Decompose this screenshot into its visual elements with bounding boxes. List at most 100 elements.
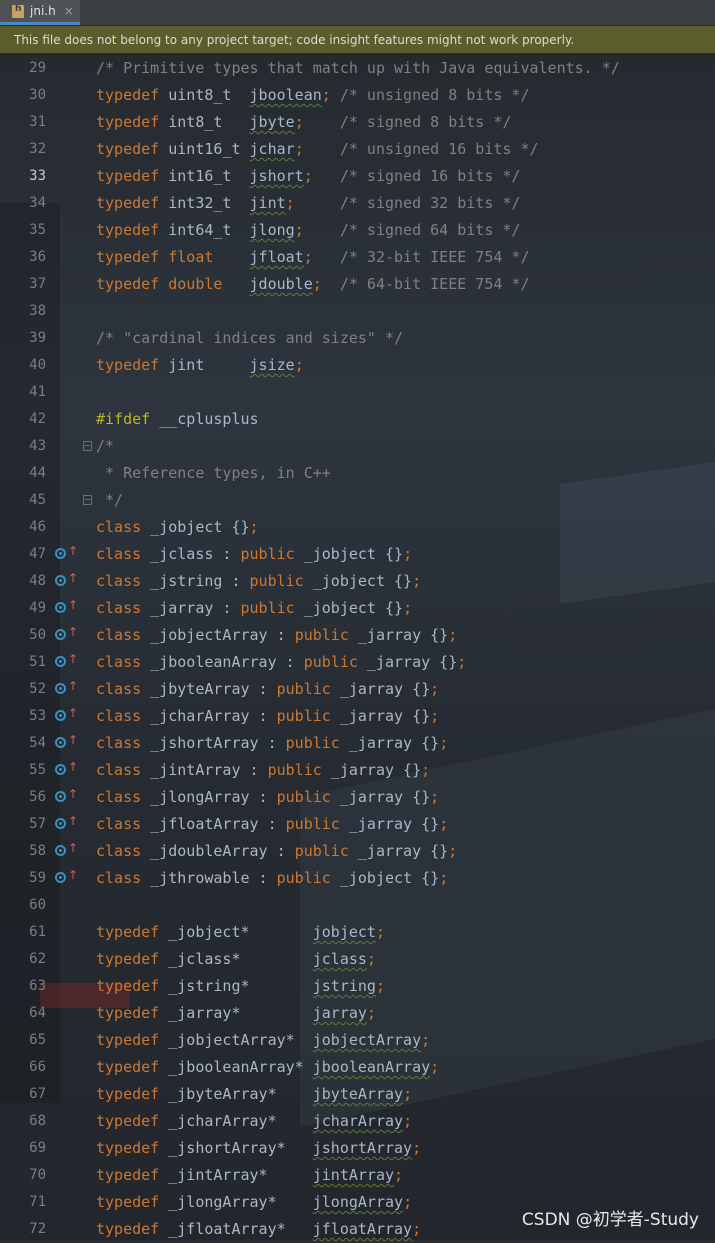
go-to-super-icon[interactable]: ↑ [68,653,78,665]
implements-icon[interactable] [55,764,66,775]
code-line[interactable]: 35 typedef int64_t jlong; /* signed 64 bi… [0,217,715,244]
code-line[interactable]: 30 typedef uint8_t jboolean; /* unsigned … [0,82,715,109]
implements-icon[interactable] [55,602,66,613]
implements-icon[interactable] [55,872,66,883]
code-token: ; [448,626,458,644]
go-to-super-icon[interactable]: ↑ [68,707,78,719]
implements-icon[interactable] [55,845,66,856]
code-token: uint16_t [159,140,250,158]
code-line[interactable]: 66 typedef _jbooleanArray* jbooleanArray; [0,1054,715,1081]
code-editor[interactable]: 29 /* Primitive types that match up with … [0,55,715,1240]
go-to-super-icon[interactable]: ↑ [68,788,78,800]
code-token: _jshortArray* [159,1139,313,1157]
go-to-super-icon[interactable]: ↑ [68,761,78,773]
gutter [55,973,79,1000]
code-line[interactable]: 44 * Reference types, in C++ [0,460,715,487]
code-line[interactable]: 40 typedef jint jsize; [0,352,715,379]
go-to-super-icon[interactable]: ↑ [68,869,78,881]
implements-icon[interactable] [55,629,66,640]
implements-icon[interactable] [55,683,66,694]
code-line[interactable]: 50 ↑ class _jobjectArray : public _jarray … [0,622,715,649]
code-line[interactable]: 67 typedef _jbyteArray* jbyteArray; [0,1081,715,1108]
code-line[interactable]: 48 ↑ class _jstring : public _jobject {}; [0,568,715,595]
code-token: _jbyteArray* [159,1085,313,1103]
code-line[interactable]: 39 /* "cardinal indices and sizes" */ [0,325,715,352]
gutter [55,1135,79,1162]
code-line[interactable]: 53 ↑ class _jcharArray : public _jarray {}… [0,703,715,730]
implements-icon[interactable] [55,791,66,802]
code-line[interactable]: 68 typedef _jcharArray* jcharArray; [0,1108,715,1135]
code-token: jfloatArray [312,1220,413,1238]
go-to-super-icon[interactable]: ↑ [68,842,78,854]
code-line[interactable]: 37 typedef double jdouble; /* 64-bit IEEE… [0,271,715,298]
code-line[interactable]: 56 ↑ class _jlongArray : public _jarray {}… [0,784,715,811]
fold-icon[interactable] [83,441,92,451]
tab-jni-h[interactable]: jni.h × [0,0,80,25]
go-to-super-icon[interactable]: ↑ [68,572,78,584]
code-text: typedef uint16_t jchar; /* unsigned 16 b… [96,136,539,163]
code-line[interactable]: 64 typedef _jarray* jarray; [0,1000,715,1027]
code-line[interactable]: 63 typedef _jstring* jstring; [0,973,715,1000]
code-line[interactable]: 34 typedef int32_t jint; /* signed 32 bit… [0,190,715,217]
gutter [55,379,79,406]
code-line[interactable]: 58 ↑ class _jdoubleArray : public _jarray … [0,838,715,865]
code-token: jstring [312,977,376,995]
go-to-super-icon[interactable]: ↑ [68,599,78,611]
code-line[interactable]: 54 ↑ class _jshortArray : public _jarray {… [0,730,715,757]
code-line[interactable]: 33 typedef int16_t jshort; /* signed 16 b… [0,163,715,190]
code-line[interactable]: 59 ↑ class _jthrowable : public _jobject {… [0,865,715,892]
go-to-super-icon[interactable]: ↑ [68,815,78,827]
implements-icon[interactable] [55,737,66,748]
implements-icon[interactable] [55,575,66,586]
code-token: _jobject* [159,923,313,941]
go-to-super-icon[interactable]: ↑ [68,680,78,692]
go-to-super-icon[interactable]: ↑ [68,545,78,557]
code-line[interactable]: 57 ↑ class _jfloatArray : public _jarray {… [0,811,715,838]
code-line[interactable]: 61 typedef _jobject* jobject; [0,919,715,946]
code-line[interactable]: 32 typedef uint16_t jchar; /* unsigned 16… [0,136,715,163]
fold-icon[interactable] [83,495,92,505]
code-line[interactable]: 46 class _jobject {}; [0,514,715,541]
code-line[interactable]: 52 ↑ class _jbyteArray : public _jarray {}… [0,676,715,703]
close-icon[interactable]: × [64,4,74,18]
code-line[interactable]: 47 ↑ class _jclass : public _jobject {}; [0,541,715,568]
code-token: ; [303,248,313,266]
code-line[interactable]: 41 [0,379,715,406]
implements-icon[interactable] [55,818,66,829]
implements-icon[interactable] [55,710,66,721]
line-number: 51 [29,654,46,670]
code-line[interactable]: 31 typedef int8_t jbyte; /* signed 8 bits… [0,109,715,136]
code-token: int64_t [159,221,250,239]
code-token: _jlongArray : [141,788,277,806]
code-line[interactable]: 55 ↑ class _jintArray : public _jarray {}; [0,757,715,784]
code-line[interactable]: 42 #ifdef __cplusplus [0,406,715,433]
code-line[interactable]: 49 ↑ class _jarray : public _jobject {}; [0,595,715,622]
code-line[interactable]: 62 typedef _jclass* jclass; [0,946,715,973]
code-line[interactable]: 65 typedef _jobjectArray* jobjectArray; [0,1027,715,1054]
code-token: */ [96,491,124,509]
gutter: ↑ [55,622,79,649]
code-line[interactable]: 51 ↑ class _jbooleanArray : public _jarray… [0,649,715,676]
code-line[interactable]: 38 [0,298,715,325]
code-line[interactable]: 70 typedef _jintArray* jintArray; [0,1162,715,1189]
code-line[interactable]: 60 [0,892,715,919]
code-token: _jbyteArray : [141,680,277,698]
code-token: ; [294,140,304,158]
implements-icon[interactable] [55,548,66,559]
code-text: typedef _jbyteArray* jbyteArray; [96,1081,412,1108]
code-line[interactable]: 45 */ [0,487,715,514]
code-line[interactable]: 43 /* [0,433,715,460]
code-line[interactable]: 29 /* Primitive types that match up with … [0,55,715,82]
code-token: ; [403,1112,413,1130]
gutter: ↑ [55,865,79,892]
go-to-super-icon[interactable]: ↑ [68,626,78,638]
code-line[interactable]: 36 typedef float jfloat; /* 32-bit IEEE 7… [0,244,715,271]
implements-icon[interactable] [55,656,66,667]
code-token: typedef [96,1112,160,1130]
code-line[interactable]: 69 typedef _jshortArray* jshortArray; [0,1135,715,1162]
line-number: 33 [29,168,46,184]
go-to-super-icon[interactable]: ↑ [68,734,78,746]
code-token: _jcharArray* [159,1112,313,1130]
code-text: typedef double jdouble; /* 64-bit IEEE 7… [96,271,530,298]
gutter [55,352,79,379]
